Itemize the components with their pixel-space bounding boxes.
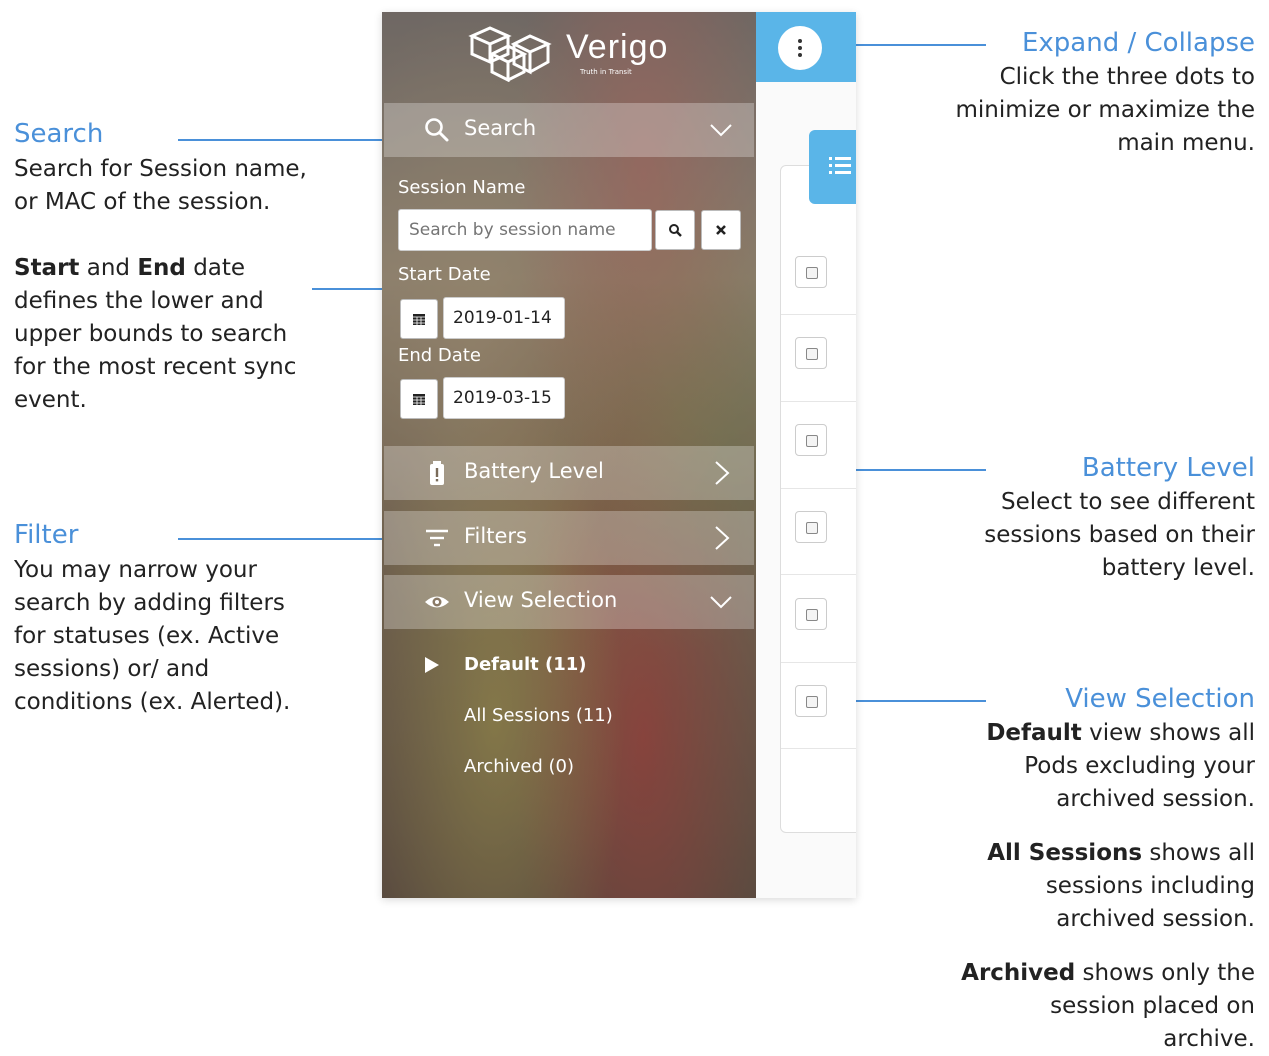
logo-cube-icon xyxy=(468,26,552,82)
list-icon xyxy=(829,157,851,174)
search-callout-line xyxy=(178,139,396,141)
top-bar xyxy=(756,12,856,82)
view-annotation-title: View Selection xyxy=(1065,684,1255,714)
search-submit-button[interactable] xyxy=(655,210,695,250)
start-date-calendar-button[interactable] xyxy=(400,299,438,339)
search-section-label: Search xyxy=(464,116,537,140)
view-item-default[interactable]: Default (11) xyxy=(464,654,586,675)
logo-tagline: Truth in Transit xyxy=(580,68,632,76)
expand-callout-line xyxy=(842,44,986,46)
verigo-logo: Verigo Truth in Transit xyxy=(468,24,668,82)
end-date-calendar-button[interactable] xyxy=(400,379,438,419)
expand-annotation-text: Click the three dots to minimize or maxi… xyxy=(955,64,1255,156)
table-row-divider xyxy=(781,314,856,315)
chevron-down-icon xyxy=(710,124,732,137)
play-icon xyxy=(425,657,439,673)
close-icon xyxy=(716,225,726,235)
filters-section-header[interactable]: Filters xyxy=(384,511,754,565)
view-item-all-sessions[interactable]: All Sessions (11) xyxy=(464,705,613,726)
app-window: Verigo Truth in Transit Search Session N… xyxy=(382,12,856,898)
table-row-divider xyxy=(781,662,856,663)
sidebar: Verigo Truth in Transit Search Session N… xyxy=(382,12,756,898)
view-annotation-text: Default view shows all Pods excluding yo… xyxy=(961,720,1255,1052)
search-annotation-title: Search xyxy=(14,119,104,149)
calendar-icon xyxy=(413,314,425,325)
battery-level-section-header[interactable]: Battery Level xyxy=(384,446,754,500)
search-small-icon xyxy=(669,224,682,237)
filters-label: Filters xyxy=(464,524,527,548)
start-date-field[interactable]: 2019-01-14 xyxy=(443,297,565,339)
list-view-tab[interactable] xyxy=(809,130,856,204)
row-checkbox[interactable] xyxy=(795,511,827,543)
end-date-label: End Date xyxy=(398,345,481,366)
table-row-divider xyxy=(781,748,856,749)
filter-callout-line xyxy=(178,538,396,540)
chevron-down-icon xyxy=(710,596,732,609)
search-section-header[interactable]: Search xyxy=(384,103,754,157)
row-checkbox[interactable] xyxy=(795,256,827,288)
table-row-divider xyxy=(781,488,856,489)
search-icon xyxy=(425,118,449,142)
calendar-icon xyxy=(413,394,425,405)
view-selection-section-header[interactable]: View Selection xyxy=(384,575,754,629)
chevron-right-icon xyxy=(715,526,730,550)
battery-annotation-text: Select to see different sessions based o… xyxy=(984,489,1255,581)
session-name-field xyxy=(398,209,652,251)
battery-level-label: Battery Level xyxy=(464,459,604,483)
session-list-card xyxy=(780,165,856,833)
dates-annotation-text: Start and End date defines the lower and… xyxy=(14,255,297,413)
logo-text: Verigo xyxy=(566,28,669,66)
menu-toggle-button[interactable] xyxy=(778,26,822,70)
table-row-divider xyxy=(781,574,856,575)
session-name-input[interactable] xyxy=(399,210,651,250)
end-date-field[interactable]: 2019-03-15 xyxy=(443,377,565,419)
expand-annotation-title: Expand / Collapse xyxy=(1021,28,1255,58)
view-selection-label: View Selection xyxy=(464,588,618,612)
session-name-label: Session Name xyxy=(398,177,526,198)
filter-icon xyxy=(426,529,448,547)
battery-annotation-title: Battery Level xyxy=(1081,453,1255,483)
eye-icon xyxy=(425,596,449,608)
row-checkbox[interactable] xyxy=(795,685,827,717)
table-row-divider xyxy=(781,401,856,402)
dot-icon xyxy=(798,39,802,43)
dot-icon xyxy=(798,46,802,50)
clear-search-button[interactable] xyxy=(701,210,741,250)
view-item-archived[interactable]: Archived (0) xyxy=(464,756,574,777)
chevron-right-icon xyxy=(715,461,730,485)
battery-icon xyxy=(430,461,444,485)
row-checkbox[interactable] xyxy=(795,337,827,369)
search-annotation-text: Search for Session name, or MAC of the s… xyxy=(14,156,307,215)
start-date-label: Start Date xyxy=(398,264,491,285)
filter-annotation-title: Filter xyxy=(14,520,79,550)
row-checkbox[interactable] xyxy=(795,424,827,456)
dot-icon xyxy=(798,53,802,57)
filter-annotation-text: You may narrow your search by adding fil… xyxy=(14,557,291,715)
row-checkbox[interactable] xyxy=(795,598,827,630)
